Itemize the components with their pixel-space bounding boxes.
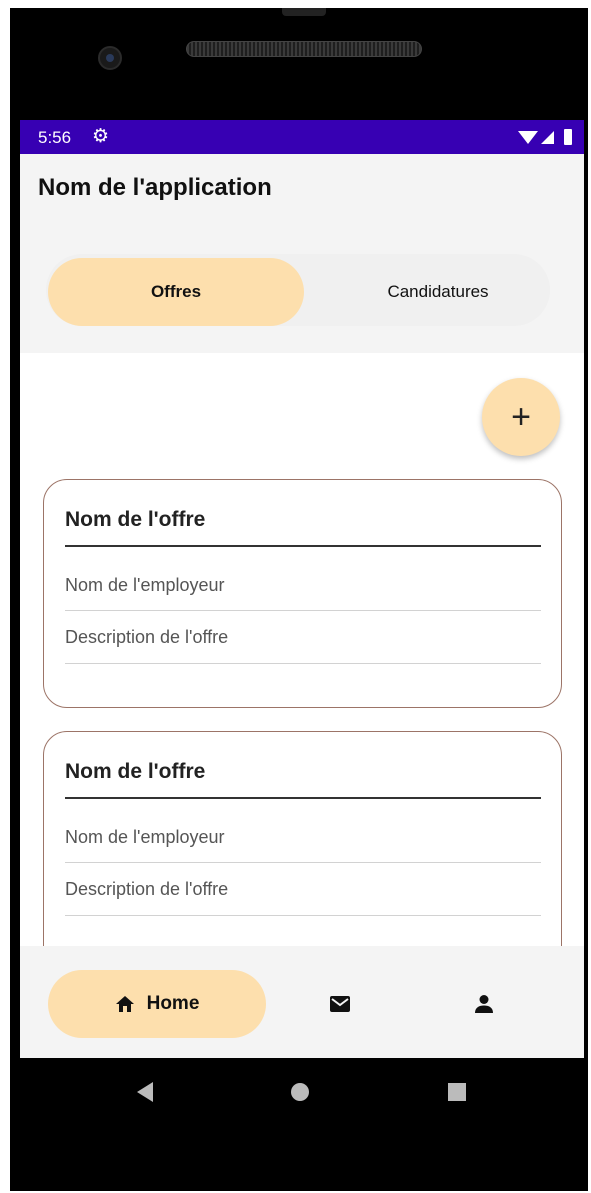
home-icon [115, 996, 134, 1012]
offer-description-field[interactable]: Description de l'offre [65, 879, 228, 900]
battery-icon [564, 129, 572, 145]
status-bar: 5:56 ⚙ [20, 120, 584, 154]
offer-title-underline [65, 797, 541, 799]
employer-name-field[interactable]: Nom de l'employeur [65, 827, 225, 848]
wifi-icon [518, 131, 538, 144]
nav-profile-button[interactable] [444, 970, 524, 1038]
status-time: 5:56 [38, 128, 72, 147]
employer-field-underline [65, 610, 541, 611]
add-offer-button[interactable]: + [482, 378, 560, 456]
signal-icon [541, 131, 554, 144]
offer-title-field[interactable]: Nom de l'offre [65, 508, 205, 532]
nav-home-button[interactable]: Home [48, 970, 266, 1038]
employer-field-underline [65, 862, 541, 863]
offer-description-field[interactable]: Description de l'offre [65, 627, 228, 648]
offer-title-underline [65, 545, 541, 547]
offer-title-field[interactable]: Nom de l'offre [65, 760, 205, 784]
nav-messages-button[interactable] [300, 970, 380, 1038]
offer-card: Nom de l'offre Nom de l'employeur Descri… [43, 479, 562, 708]
app-title: Nom de l'application [38, 174, 272, 201]
top-app-bar: Nom de l'application Offres Candidatures [20, 154, 584, 353]
bottom-navigation: Home [20, 946, 584, 1058]
description-field-underline [65, 915, 541, 916]
device-notch [282, 8, 326, 16]
tab-candidatures[interactable]: Candidatures [328, 258, 548, 326]
home-circle-icon[interactable] [291, 1083, 309, 1101]
mail-icon [330, 996, 350, 1012]
tab-row: Offres Candidatures [46, 254, 550, 326]
app-screen: 5:56 ⚙ Nom de l'application Offres Candi… [20, 120, 584, 1058]
back-icon[interactable] [137, 1082, 153, 1102]
offer-card: Nom de l'offre Nom de l'employeur Descri… [43, 731, 562, 971]
description-field-underline [65, 663, 541, 664]
settings-gear-icon: ⚙ [92, 126, 110, 147]
nav-home-label: Home [146, 993, 200, 1014]
recent-apps-icon[interactable] [448, 1083, 466, 1101]
person-icon [475, 995, 493, 1013]
system-navigation-bar [10, 1058, 588, 1130]
tab-offres[interactable]: Offres [48, 258, 304, 326]
camera-icon [98, 46, 122, 70]
employer-name-field[interactable]: Nom de l'employeur [65, 575, 225, 596]
speaker-grille [186, 41, 422, 57]
add-icon: + [511, 397, 531, 436]
